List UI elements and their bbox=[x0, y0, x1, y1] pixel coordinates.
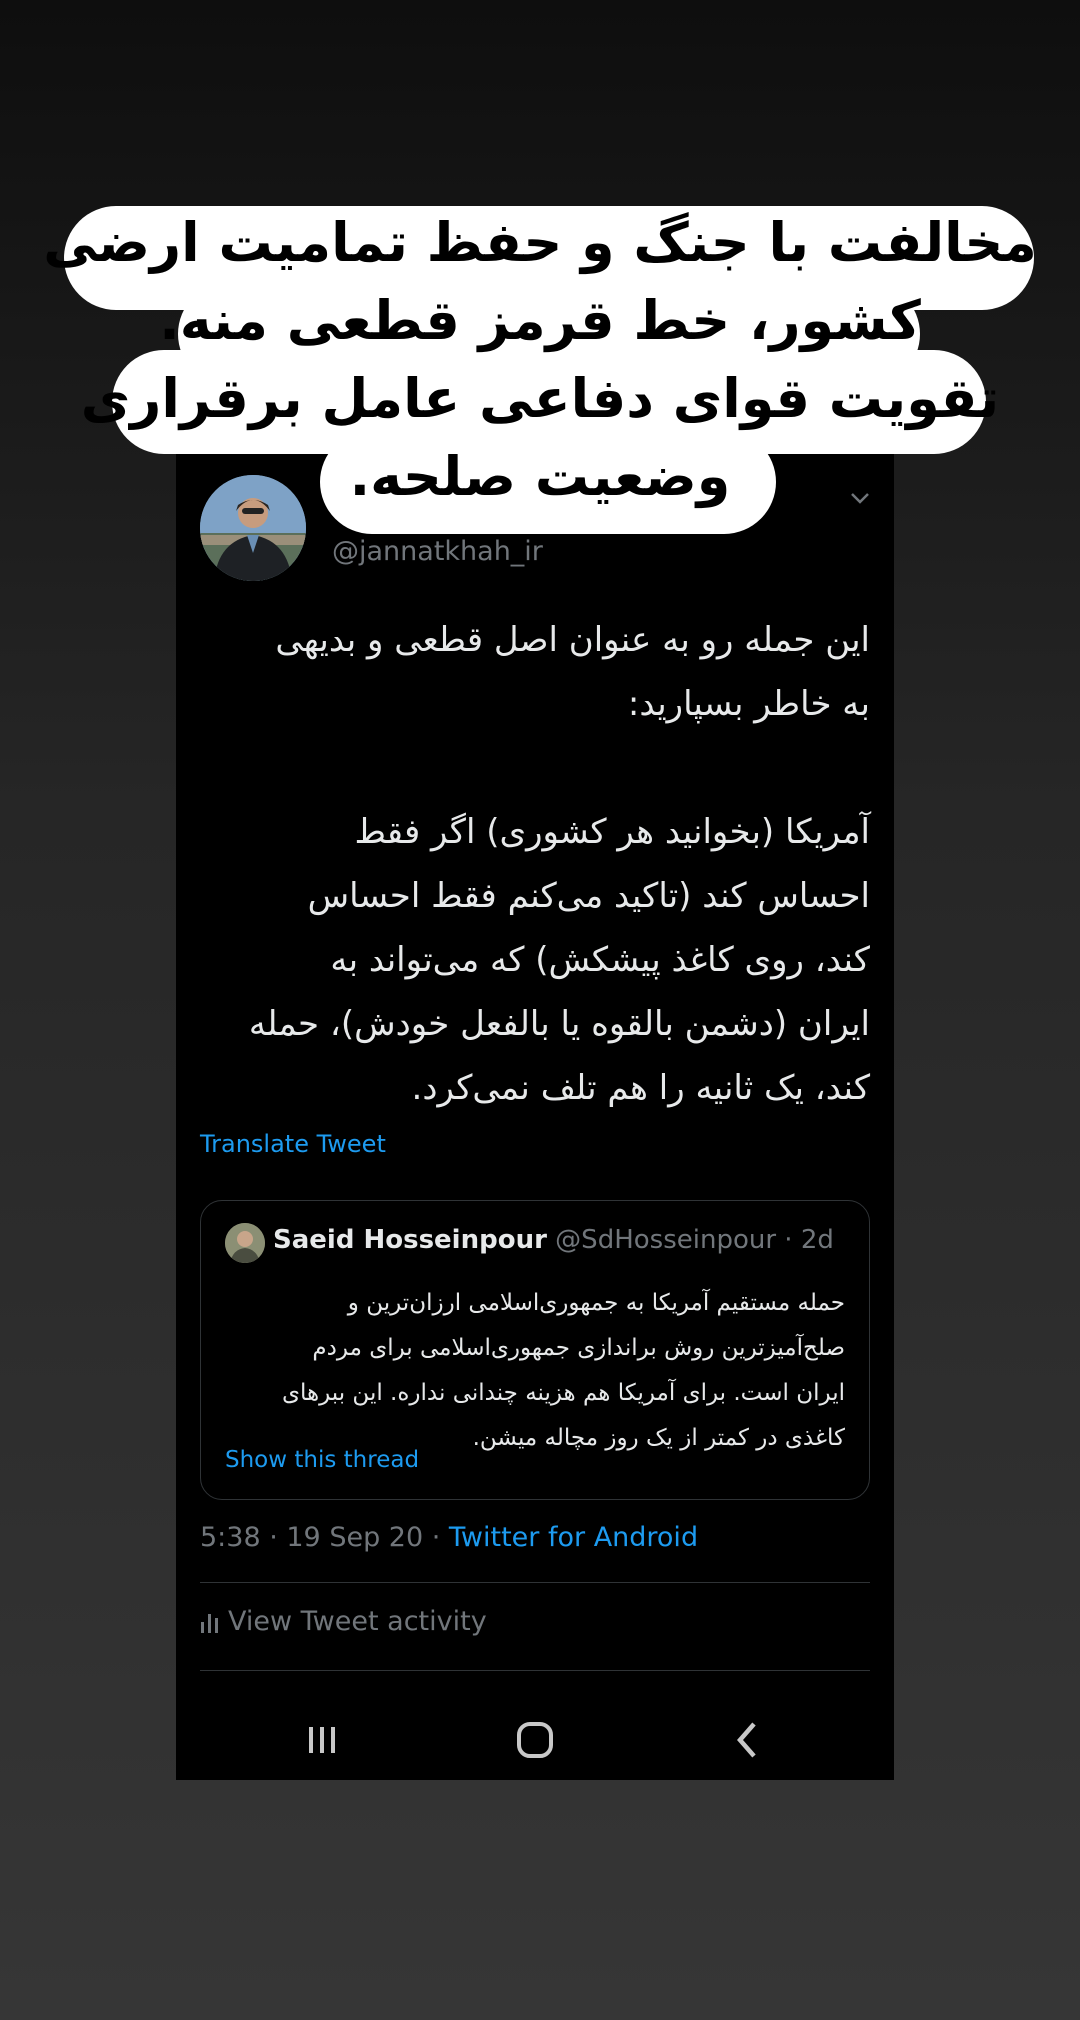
tweet-screenshot: @jannatkhah_ir این جمله رو به عنوان اصل … bbox=[176, 360, 894, 1780]
show-this-thread-link[interactable]: Show this thread bbox=[225, 1447, 419, 1473]
caption-line: کشور، خط قرمز قطعی منه. bbox=[159, 289, 921, 352]
quoted-text-line: حمله مستقیم آمریکا به جمهوری‌اسلامی ارزا… bbox=[347, 1290, 845, 1316]
tweet-text-line: کند، یک ثانیه را هم تلف نمی‌کرد. bbox=[411, 1068, 870, 1108]
tweet-text-line: به خاطر بسپارید: bbox=[627, 684, 870, 724]
translate-tweet-link[interactable]: Translate Tweet bbox=[200, 1130, 386, 1158]
tweet-timestamp: 5:38 · 19 Sep 20 · Twitter for Android bbox=[200, 1522, 698, 1553]
quoted-author-name: Saeid Hosseinpour bbox=[273, 1225, 547, 1255]
quoted-tweet-card[interactable]: Saeid Hosseinpour @SdHosseinpour · 2d حم… bbox=[200, 1200, 870, 1500]
caption-line: وضعیت صلحه. bbox=[349, 445, 731, 508]
tweet-time: 5:38 · 19 Sep 20 · bbox=[200, 1522, 449, 1553]
tweet-text-line: این جمله رو به عنوان اصل قطعی و بدیهی bbox=[275, 620, 870, 660]
view-tweet-activity-button[interactable]: View Tweet activity bbox=[200, 1606, 487, 1637]
divider bbox=[200, 1582, 870, 1583]
quoted-tweet-header: Saeid Hosseinpour @SdHosseinpour · 2d bbox=[273, 1225, 834, 1255]
tweet-source-link[interactable]: Twitter for Android bbox=[449, 1522, 698, 1553]
recent-apps-icon[interactable] bbox=[300, 1718, 344, 1762]
quoted-text-line: صلح‌آمیزترین روش براندازی جمهوری‌اسلامی … bbox=[312, 1335, 845, 1361]
story-caption: مخالفت با جنگ و حفظ تمامیت ارضی کشور، خط… bbox=[40, 204, 1040, 516]
caption-line: تقویت قوای دفاعی عامل برقراری bbox=[80, 367, 1000, 430]
tweet-text-line: ایران (دشمن بالقوه یا بالفعل خودش)، حمله bbox=[248, 1004, 870, 1044]
quoted-tweet-body: حمله مستقیم آمریکا به جمهوری‌اسلامی ارزا… bbox=[225, 1281, 845, 1461]
tweet-text-line: کند، روی کاغذ پیشکش) که می‌تواند به bbox=[330, 940, 870, 980]
quoted-author-avatar bbox=[225, 1223, 265, 1263]
back-icon[interactable] bbox=[726, 1718, 770, 1762]
quoted-text-line: ایران است. برای آمریکا هم هزینه چندانی ن… bbox=[281, 1380, 845, 1406]
tweet-body: این جمله رو به عنوان اصل قطعی و بدیهی به… bbox=[200, 608, 870, 1120]
caption-line: مخالفت با جنگ و حفظ تمامیت ارضی bbox=[43, 211, 1037, 274]
view-tweet-activity-label: View Tweet activity bbox=[228, 1606, 487, 1637]
author-handle[interactable]: @jannatkhah_ir bbox=[332, 536, 543, 567]
android-nav-bar bbox=[176, 1700, 894, 1780]
quoted-author-meta: @SdHosseinpour · 2d bbox=[546, 1225, 834, 1255]
tweet-text-line: آمریکا (بخوانید هر کشوری) اگر فقط bbox=[354, 812, 871, 852]
home-icon[interactable] bbox=[513, 1718, 557, 1762]
bar-chart-icon bbox=[201, 1614, 218, 1633]
divider bbox=[200, 1670, 870, 1671]
tweet-text-line: احساس کند (تاکید می‌کنم فقط احساس bbox=[307, 876, 870, 916]
